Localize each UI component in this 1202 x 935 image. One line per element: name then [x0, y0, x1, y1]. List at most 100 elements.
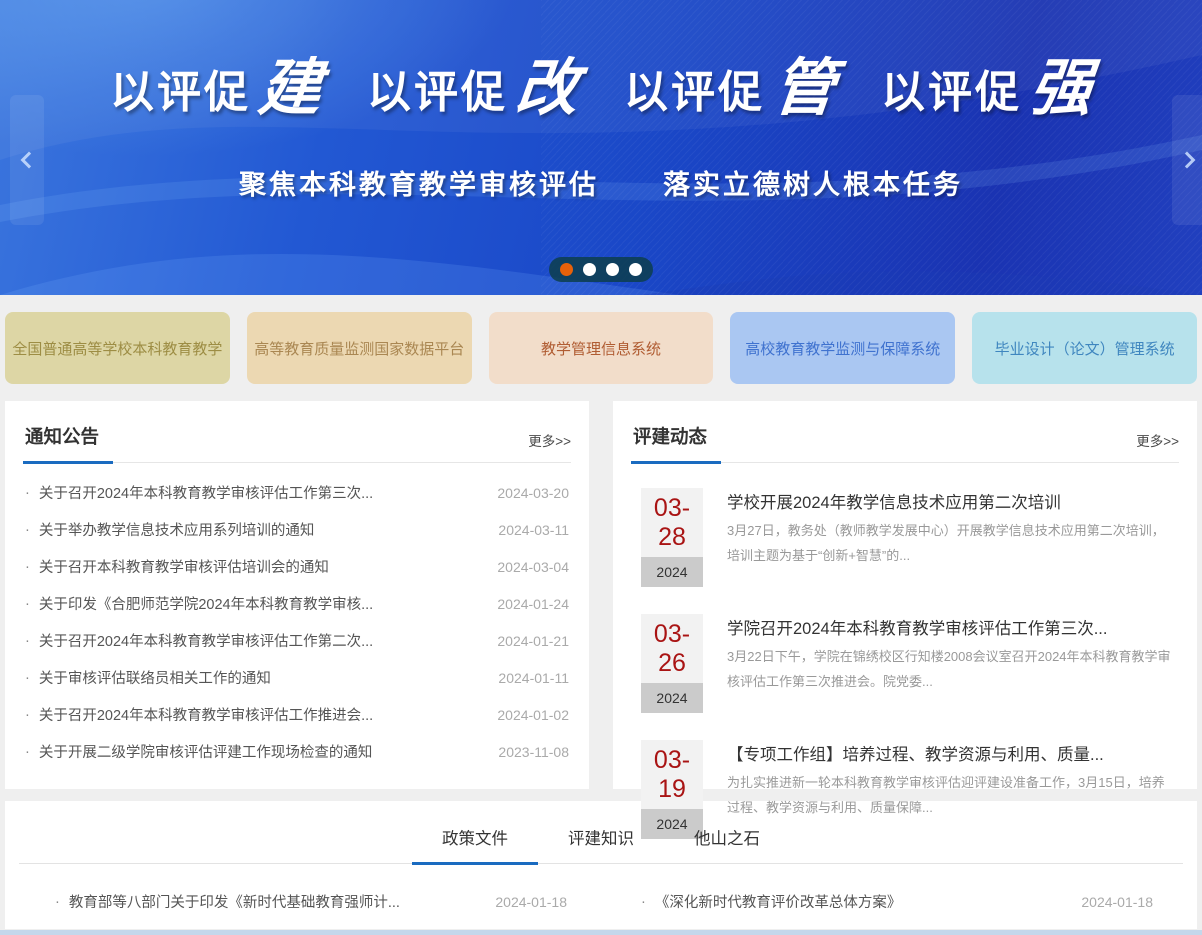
- news-date-monthday: 03-19: [641, 740, 703, 809]
- quick-link-teaching-management-system[interactable]: 教学管理信息系统: [489, 312, 714, 384]
- bullet-icon: ·: [25, 485, 30, 501]
- document-item-date: 2024-01-18: [1081, 894, 1153, 910]
- slogan-prefix: 以评促: [367, 71, 508, 115]
- notice-item[interactable]: · 关于印发《合肥师范学院2024年本科教育教学审核... 2024-01-24: [25, 585, 569, 622]
- notice-item-title: 关于召开2024年本科教育教学审核评估工作第三次...: [39, 482, 484, 503]
- notices-list: · 关于召开2024年本科教育教学审核评估工作第三次... 2024-03-20…: [5, 463, 589, 770]
- news-item[interactable]: 03-26 2024 学院召开2024年本科教育教学审核评估工作第三次... 3…: [641, 614, 1177, 713]
- news-item-title[interactable]: 学校开展2024年教学信息技术应用第二次培训: [727, 489, 1177, 513]
- banner-slogan: 以评促 建 以评促 改 以评促 管 以评促 强: [0, 62, 1202, 115]
- bullet-icon: ·: [25, 559, 30, 575]
- bullet-icon: ·: [25, 596, 30, 612]
- news-date-year: 2024: [641, 683, 703, 713]
- slogan-emphasis-char: 建: [256, 62, 324, 115]
- document-item[interactable]: · 《深化新时代教育评价改革总体方案》 2024-01-18: [601, 891, 1187, 912]
- bullet-icon: ·: [55, 894, 60, 910]
- banner-subtitle-right: 落实立德树人根本任务: [663, 163, 963, 202]
- slogan-emphasis-char: 管: [770, 62, 838, 115]
- notice-item-date: 2024-03-11: [498, 522, 569, 538]
- slogan-group: 以评促 改: [367, 62, 578, 115]
- news-date-year: 2024: [641, 557, 703, 587]
- carousel-dot-1[interactable]: [560, 263, 573, 276]
- notice-item-date: 2024-01-02: [497, 707, 569, 723]
- news-panel: 评建动态 更多>> 03-28 2024 学校开展2024年教学信息技术应用第二…: [613, 401, 1197, 789]
- carousel-dot-3[interactable]: [606, 263, 619, 276]
- notice-item[interactable]: · 关于召开2024年本科教育教学审核评估工作推进会... 2024-01-02: [25, 696, 569, 733]
- notice-item-title: 关于审核评估联络员相关工作的通知: [39, 667, 485, 688]
- notice-item-title: 关于印发《合肥师范学院2024年本科教育教学审核...: [39, 593, 484, 614]
- slogan-group: 以评促 管: [624, 62, 835, 115]
- footer-strip: [0, 930, 1202, 935]
- notice-item-date: 2024-03-20: [497, 485, 569, 501]
- quick-link-national-undergrad-platform[interactable]: 全国普通高等学校本科教育教学: [5, 312, 230, 384]
- slogan-prefix: 以评促: [110, 71, 251, 115]
- slogan-group: 以评促 强: [881, 62, 1092, 115]
- content-panels: 通知公告 更多>> · 关于召开2024年本科教育教学审核评估工作第三次... …: [0, 401, 1202, 789]
- tab-lessons-from-others[interactable]: 他山之石: [664, 825, 790, 865]
- bullet-icon: ·: [25, 633, 30, 649]
- document-item[interactable]: · 教育部等八部门关于印发《新时代基础教育强师计... 2024-01-18: [15, 891, 601, 912]
- carousel-next-button[interactable]: [1172, 95, 1202, 225]
- slogan-prefix: 以评促: [881, 71, 1022, 115]
- notice-item-date: 2024-03-04: [497, 559, 569, 575]
- banner-subtitle: 聚焦本科教育教学审核评估 落实立德树人根本任务: [0, 163, 1202, 202]
- banner-wave-decoration: [0, 0, 1202, 295]
- news-body: 学校开展2024年教学信息技术应用第二次培训 3月27日，教务处（教师教学发展中…: [727, 488, 1177, 587]
- news-title: 评建动态: [631, 423, 721, 464]
- news-item-description: 为扎实推进新一轮本科教育教学审核评估迎评建设准备工作，3月15日，培养过程、教学…: [727, 770, 1177, 821]
- bullet-icon: ·: [25, 744, 30, 760]
- news-header: 评建动态 更多>>: [631, 401, 1179, 463]
- bullet-icon: ·: [25, 522, 30, 538]
- news-body: 学院召开2024年本科教育教学审核评估工作第三次... 3月22日下午，学院在锦…: [727, 614, 1177, 713]
- notice-item[interactable]: · 关于召开2024年本科教育教学审核评估工作第二次... 2024-01-21: [25, 622, 569, 659]
- notice-item-title: 关于举办教学信息技术应用系列培训的通知: [39, 519, 485, 540]
- notice-item-title: 关于开展二级学院审核评估评建工作现场检查的通知: [39, 741, 485, 762]
- quick-links-bar: 全国普通高等学校本科教育教学 高等教育质量监测国家数据平台 教学管理信息系统 高…: [0, 295, 1202, 401]
- notice-item-title: 关于召开本科教育教学审核评估培训会的通知: [39, 556, 484, 577]
- carousel-prev-button[interactable]: [10, 95, 44, 225]
- notice-item[interactable]: · 关于开展二级学院审核评估评建工作现场检查的通知 2023-11-08: [25, 733, 569, 770]
- chevron-right-icon: [1179, 152, 1196, 169]
- quick-link-thesis-management-system[interactable]: 毕业设计（论文）管理系统: [972, 312, 1197, 384]
- notice-item[interactable]: · 关于召开2024年本科教育教学审核评估工作第三次... 2024-03-20: [25, 474, 569, 511]
- notice-item[interactable]: · 关于审核评估联络员相关工作的通知 2024-01-11: [25, 659, 569, 696]
- carousel-dots: [549, 257, 653, 282]
- bullet-icon: ·: [25, 707, 30, 723]
- document-item-title: 《深化新时代教育评价改革总体方案》: [655, 891, 1068, 912]
- document-item-date: 2024-01-18: [495, 894, 567, 910]
- slogan-group: 以评促 建: [110, 62, 321, 115]
- quick-link-quality-monitor-data-platform[interactable]: 高等教育质量监测国家数据平台: [247, 312, 472, 384]
- notice-item-date: 2024-01-21: [497, 633, 569, 649]
- tab-policy-documents[interactable]: 政策文件: [412, 825, 538, 865]
- news-item-description: 3月22日下午，学院在锦绣校区行知楼2008会议室召开2024年本科教育教学审核…: [727, 644, 1177, 695]
- document-item-title: 教育部等八部门关于印发《新时代基础教育强师计...: [69, 891, 482, 912]
- tab-evaluation-knowledge[interactable]: 评建知识: [538, 825, 664, 865]
- notices-more-link[interactable]: 更多>>: [528, 430, 571, 462]
- quick-link-monitor-guarantee-system[interactable]: 高校教育教学监测与保障系统: [730, 312, 955, 384]
- notice-item-date: 2024-01-11: [498, 670, 569, 686]
- notices-header: 通知公告 更多>>: [23, 401, 571, 463]
- slogan-emphasis-char: 改: [513, 62, 581, 115]
- news-date-monthday: 03-26: [641, 614, 703, 683]
- notice-item-date: 2024-01-24: [497, 596, 569, 612]
- news-more-link[interactable]: 更多>>: [1136, 430, 1179, 462]
- news-body: 【专项工作组】培养过程、教学资源与利用、质量... 为扎实推进新一轮本科教育教学…: [727, 740, 1177, 839]
- notice-item-date: 2023-11-08: [498, 744, 569, 760]
- notice-item[interactable]: · 关于举办教学信息技术应用系列培训的通知 2024-03-11: [25, 511, 569, 548]
- notice-item-title: 关于召开2024年本科教育教学审核评估工作第二次...: [39, 630, 484, 651]
- bullet-icon: ·: [25, 670, 30, 686]
- bullet-icon: ·: [641, 894, 646, 910]
- carousel-dot-4[interactable]: [629, 263, 642, 276]
- notices-title: 通知公告: [23, 423, 113, 464]
- news-item-description: 3月27日，教务处（教师教学发展中心）开展教学信息技术应用第二次培训，培训主题为…: [727, 518, 1177, 569]
- news-item[interactable]: 03-28 2024 学校开展2024年教学信息技术应用第二次培训 3月27日，…: [641, 488, 1177, 587]
- notice-item-title: 关于召开2024年本科教育教学审核评估工作推进会...: [39, 704, 484, 725]
- documents-list: · 教育部等八部门关于印发《新时代基础教育强师计... 2024-01-18 ·…: [5, 864, 1197, 912]
- slogan-prefix: 以评促: [624, 71, 765, 115]
- news-list: 03-28 2024 学校开展2024年教学信息技术应用第二次培训 3月27日，…: [613, 463, 1197, 839]
- news-item-title[interactable]: 学院召开2024年本科教育教学审核评估工作第三次...: [727, 615, 1177, 639]
- carousel-dot-2[interactable]: [583, 263, 596, 276]
- notice-item[interactable]: · 关于召开本科教育教学审核评估培训会的通知 2024-03-04: [25, 548, 569, 585]
- news-item-title[interactable]: 【专项工作组】培养过程、教学资源与利用、质量...: [727, 741, 1177, 765]
- hero-carousel: 以评促 建 以评促 改 以评促 管 以评促 强 聚焦本科教育教学审核评估 落实立…: [0, 0, 1202, 295]
